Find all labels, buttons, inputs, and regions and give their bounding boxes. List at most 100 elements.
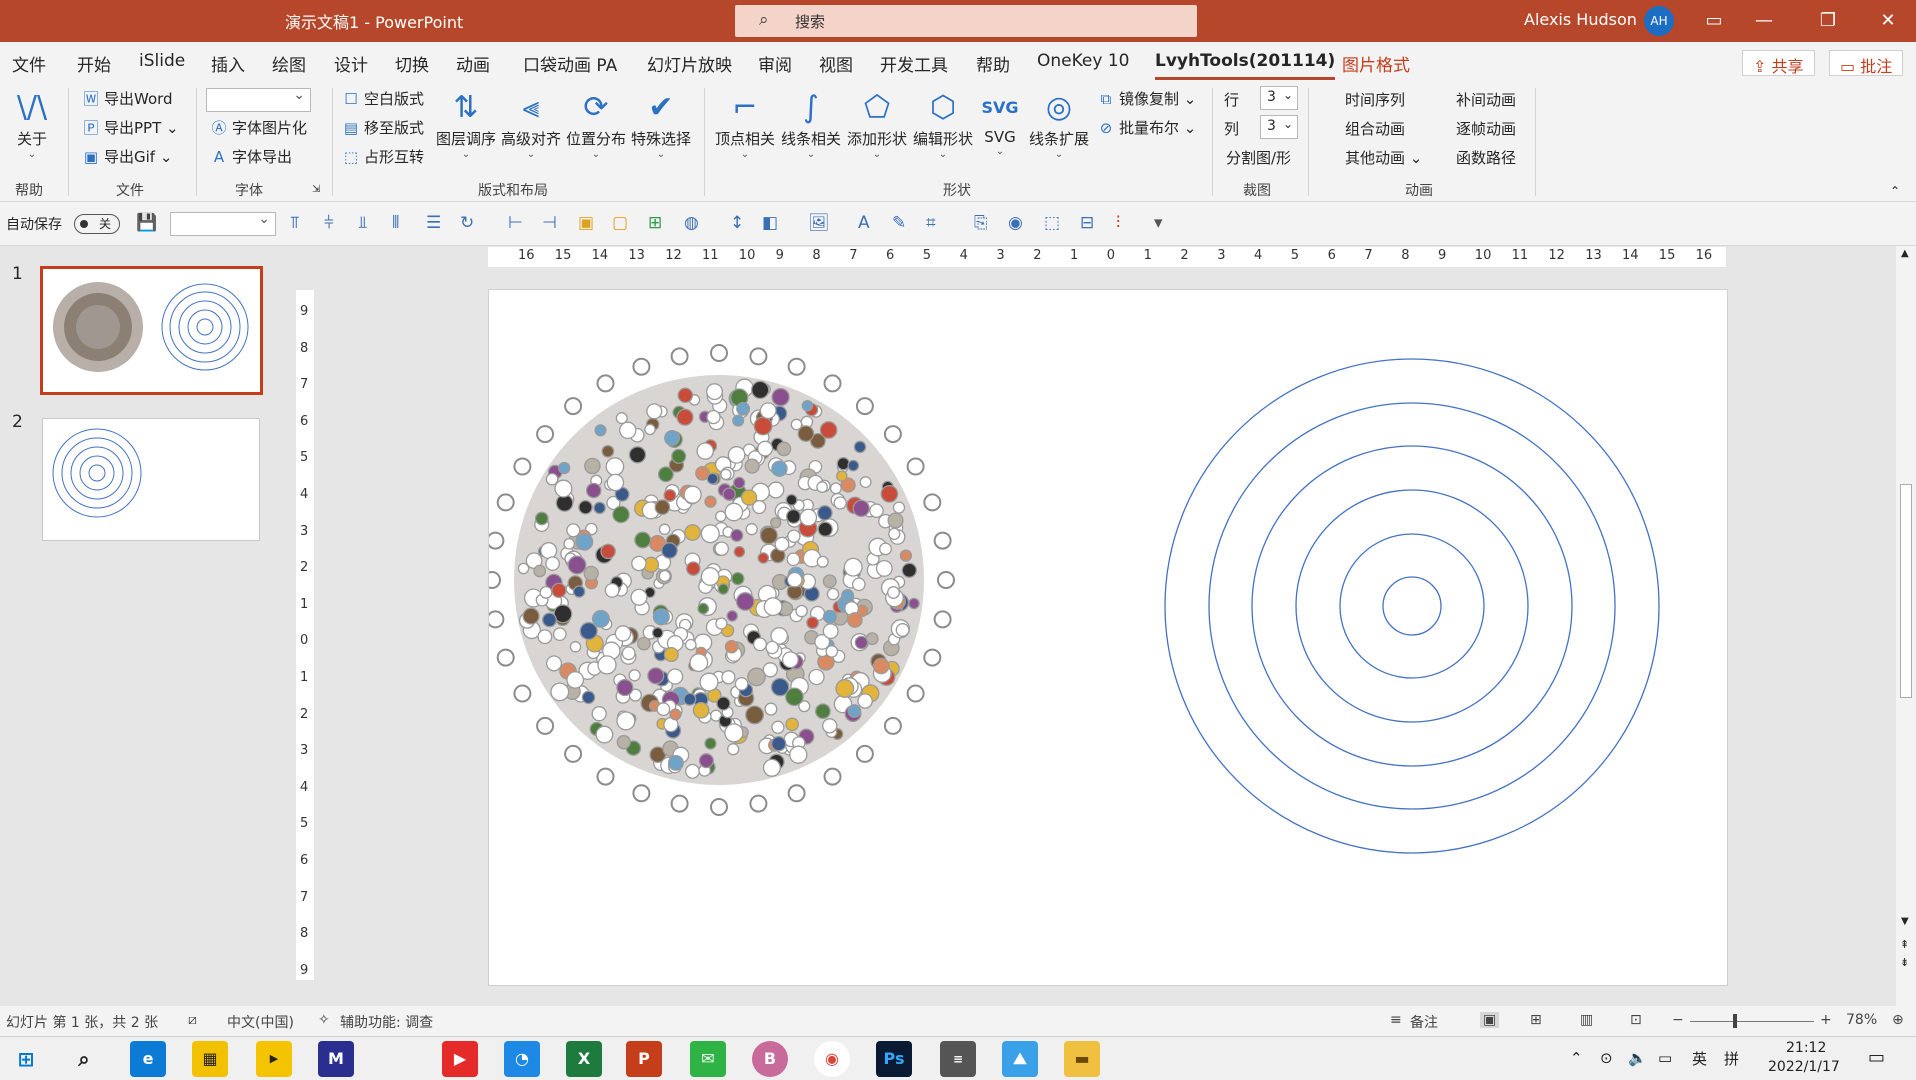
ime-mode-icon[interactable]: 拼 xyxy=(1724,1048,1739,1069)
distribute-h-icon[interactable]: ⦀ xyxy=(392,213,399,233)
crop-icon[interactable]: ⌗ xyxy=(926,213,936,233)
rotation-handle[interactable] xyxy=(933,610,952,629)
powerpoint-icon[interactable]: P xyxy=(626,1041,662,1077)
rotation-handle[interactable] xyxy=(632,784,651,803)
spellcheck-icon[interactable]: ⧄ xyxy=(188,1012,197,1028)
vertical-scrollbar[interactable]: ▲ ▼ ⇞ ⇟ xyxy=(1896,246,1916,1006)
normal-view-icon[interactable]: ▣ xyxy=(1480,1012,1500,1028)
tray-chevron-icon[interactable]: ⌃ xyxy=(1570,1049,1583,1067)
close-icon[interactable]: ✕ xyxy=(1868,4,1908,38)
align-bottom-icon[interactable]: ⫫ xyxy=(358,213,368,233)
ring-5[interactable] xyxy=(1339,533,1485,679)
rotation-handle[interactable] xyxy=(710,798,728,816)
special-select-button[interactable]: ✔ 特殊选择 ⌄ xyxy=(630,88,692,161)
file-explorer-icon[interactable]: ▬ xyxy=(1064,1041,1100,1077)
spiral-image-cluster[interactable] xyxy=(483,344,955,816)
tab-animations[interactable]: 动画 xyxy=(456,51,490,76)
concentric-circles[interactable] xyxy=(1164,358,1660,854)
scroll-down-icon[interactable]: ▼ xyxy=(1901,916,1909,927)
ring-2[interactable] xyxy=(1208,402,1616,810)
tab-insert[interactable]: 插入 xyxy=(211,51,245,76)
picture-icon[interactable]: 🖼 xyxy=(808,213,830,233)
rotation-handle[interactable] xyxy=(536,716,555,735)
rotation-handle[interactable] xyxy=(513,684,532,703)
rotation-handle[interactable] xyxy=(670,347,689,366)
scroll-up-icon[interactable]: ▲ xyxy=(1901,248,1909,259)
dialog-launcher-icon[interactable]: ⇲ xyxy=(312,184,320,195)
rotation-handle[interactable] xyxy=(564,744,583,763)
function-path-button[interactable]: 函数路径 xyxy=(1456,147,1516,168)
line-button[interactable]: ∫ 线条相关 ⌄ xyxy=(780,88,842,161)
restore-icon[interactable]: ❐ xyxy=(1808,4,1848,38)
excel-icon[interactable]: X xyxy=(566,1041,602,1077)
photos-icon[interactable]: ⛰ xyxy=(1002,1041,1038,1077)
autosave-toggle[interactable]: 关 xyxy=(74,214,120,234)
store-icon[interactable]: ▦ xyxy=(192,1041,228,1077)
align-middle-icon[interactable]: ⫩ xyxy=(324,213,334,233)
font-export-button[interactable]: A 字体导出 xyxy=(210,146,292,167)
rotation-handle[interactable] xyxy=(710,344,728,362)
clock-time[interactable]: 21:12 xyxy=(1786,1040,1826,1056)
app-notes-icon[interactable]: ≡ xyxy=(940,1041,976,1077)
ribbon-display-icon[interactable]: ▭ xyxy=(1694,4,1734,38)
split-icon[interactable]: ⫶ xyxy=(1116,213,1120,233)
rotation-handle[interactable] xyxy=(823,767,842,786)
app-blue-icon[interactable]: ◔ xyxy=(504,1041,540,1077)
rotation-handle[interactable] xyxy=(787,357,806,376)
split-button[interactable]: 分割图/形 xyxy=(1226,147,1291,168)
comment-button[interactable]: ▭ 批注 xyxy=(1829,50,1904,76)
edge-icon[interactable]: e xyxy=(130,1041,166,1077)
rotate-icon[interactable]: ↻ xyxy=(460,213,474,233)
replace-icon[interactable]: ⎘ xyxy=(974,213,988,233)
tab-transitions[interactable]: 切换 xyxy=(395,51,429,76)
ring-3[interactable] xyxy=(1251,445,1573,767)
player-icon[interactable]: ▶ xyxy=(256,1041,292,1077)
rotation-handle[interactable] xyxy=(906,457,925,476)
taskbar-search-icon[interactable]: ⌕ xyxy=(66,1041,102,1077)
rotation-handle[interactable] xyxy=(823,374,842,393)
rotation-handle[interactable] xyxy=(486,610,505,629)
rotation-handle[interactable] xyxy=(883,425,902,444)
combo-animation-button[interactable]: 组合动画 xyxy=(1345,118,1405,139)
tab-pocket-animation[interactable]: 口袋动画 PA xyxy=(523,51,617,76)
user-name[interactable]: Alexis Hudson xyxy=(1524,10,1637,29)
zoom-in-icon[interactable]: + xyxy=(1820,1012,1832,1028)
add-shape-button[interactable]: ⬠ 添加形状 ⌄ xyxy=(846,88,908,161)
slide-sorter-icon[interactable]: ⊞ xyxy=(1530,1012,1542,1028)
rotation-handle[interactable] xyxy=(855,397,874,416)
tab-onekey[interactable]: OneKey 10 xyxy=(1037,51,1129,71)
textbox-icon[interactable]: A xyxy=(858,213,870,233)
rotation-handle[interactable] xyxy=(596,374,615,393)
slide-thumbnail-2[interactable] xyxy=(42,418,260,541)
export-word-button[interactable]: 🅆 导出Word xyxy=(82,88,172,109)
reading-view-icon[interactable]: ▥ xyxy=(1580,1012,1593,1028)
row-count-input[interactable]: 3 ⌄ xyxy=(1260,86,1298,110)
rotation-handle[interactable] xyxy=(883,716,902,735)
battery-icon[interactable]: ▭ xyxy=(1658,1049,1672,1067)
bring-forward-icon[interactable]: ▣ xyxy=(578,213,594,233)
rotation-handle[interactable] xyxy=(486,531,505,550)
meet-now-icon[interactable]: ⊙ xyxy=(1600,1049,1613,1067)
export-gif-button[interactable]: ▣ 导出Gif ⌄ xyxy=(82,146,173,167)
rotation-handle[interactable] xyxy=(923,648,942,667)
advanced-align-button[interactable]: ⫷ 高级对齐 ⌄ xyxy=(500,88,562,161)
ring-icon[interactable]: ◉ xyxy=(1008,213,1023,233)
align-left-icon[interactable]: ⊢ xyxy=(508,213,523,233)
layer-order-button[interactable]: ⇅ 图层调序 ⌄ xyxy=(435,88,497,161)
position-distribute-button[interactable]: ⟳ 位置分布 ⌄ xyxy=(565,88,627,161)
rotation-handle[interactable] xyxy=(632,357,651,376)
zoom-out-icon[interactable]: − xyxy=(1672,1012,1684,1028)
notes-icon[interactable]: ≡ xyxy=(1390,1012,1402,1028)
rotation-handle[interactable] xyxy=(906,684,925,703)
avatar[interactable]: AH xyxy=(1644,6,1674,36)
rotation-handle[interactable] xyxy=(749,794,768,813)
ring-6[interactable] xyxy=(1382,576,1442,636)
distribute-v-icon[interactable]: ☰ xyxy=(426,213,441,233)
fit-slide-icon[interactable]: ⊕ xyxy=(1892,1012,1904,1028)
svg-button[interactable]: SVG SVG ⌄ xyxy=(980,88,1020,158)
edit-shape-button[interactable]: ⬡ 编辑形状 ⌄ xyxy=(912,88,974,161)
rotation-handle[interactable] xyxy=(749,347,768,366)
align-right-icon[interactable]: ⊣ xyxy=(542,213,557,233)
rotation-handle[interactable] xyxy=(787,784,806,803)
group-icon[interactable]: ⊞ xyxy=(648,213,662,233)
